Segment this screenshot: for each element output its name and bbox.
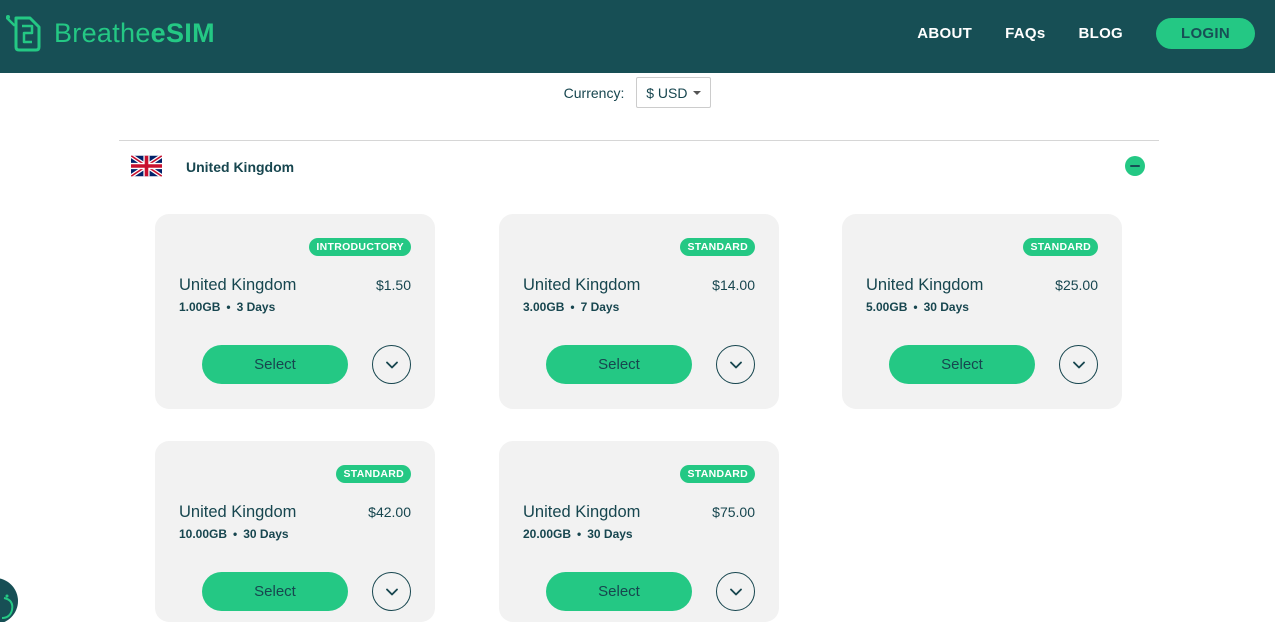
plan-meta: 10.00GB • 30 Days [179, 527, 289, 541]
plan-price: $75.00 [712, 504, 755, 520]
plan-card: INTRODUCTORY United Kingdom $1.50 1.00GB… [155, 214, 435, 409]
chevron-down-icon[interactable] [716, 345, 755, 384]
plan-days: 30 Days [923, 300, 969, 314]
nav-blog[interactable]: BLOG [1078, 19, 1123, 49]
chevron-down-icon[interactable] [716, 572, 755, 611]
plan-name: United Kingdom [523, 276, 641, 294]
plan-name: United Kingdom [179, 503, 297, 521]
select-button[interactable]: Select [202, 572, 348, 611]
login-button[interactable]: LOGIN [1156, 18, 1255, 49]
plan-meta: 1.00GB • 3 Days [179, 300, 276, 314]
plan-days: 30 Days [243, 527, 289, 541]
plan-price: $1.50 [375, 277, 411, 293]
collapse-icon[interactable] [1125, 156, 1145, 176]
plan-badge: INTRODUCTORY [309, 238, 411, 256]
plan-badge: STANDARD [336, 465, 411, 483]
plan-days: 3 Days [236, 300, 276, 314]
plan-name: United Kingdom [866, 276, 984, 294]
plan-card: STANDARD United Kingdom $75.00 20.00GB • 3… [499, 441, 779, 622]
plan-data: 10.00GB [179, 527, 228, 541]
nav-about[interactable]: ABOUT [917, 19, 972, 49]
select-button[interactable]: Select [202, 345, 348, 384]
select-button[interactable]: Select [546, 345, 692, 384]
chevron-down-icon[interactable] [372, 345, 411, 384]
uk-flag-icon [131, 155, 162, 177]
currency-selected-value: $ USD [646, 84, 688, 101]
country-accordion-header[interactable]: United Kingdom [119, 141, 1159, 193]
currency-bar: Currency: $ USD [0, 77, 1275, 108]
chat-icon [1, 594, 14, 619]
sim-logo-icon [6, 15, 41, 52]
plan-days: 30 Days [587, 527, 633, 541]
plan-data: 20.00GB [523, 527, 572, 541]
plan-name: United Kingdom [179, 276, 297, 294]
plan-card: STANDARD United Kingdom $14.00 3.00GB • 7 … [499, 214, 779, 409]
plan-meta: 3.00GB • 7 Days [523, 300, 620, 314]
plan-days: 7 Days [580, 300, 620, 314]
plan-data: 5.00GB [866, 300, 908, 314]
plan-price: $14.00 [712, 277, 755, 293]
currency-select[interactable]: $ USD [636, 77, 712, 108]
logo-text: BreatheeSIM [54, 17, 215, 48]
plan-name: United Kingdom [523, 503, 641, 521]
chat-launcher-button[interactable] [0, 578, 18, 622]
plan-price: $42.00 [368, 504, 411, 520]
currency-label: Currency: [563, 84, 625, 101]
country-name: United Kingdom [186, 159, 295, 175]
chevron-down-icon[interactable] [372, 572, 411, 611]
logo[interactable]: BreatheeSIM [6, 14, 215, 52]
plan-badge: STANDARD [680, 238, 755, 256]
select-button[interactable]: Select [546, 572, 692, 611]
plan-price: $25.00 [1055, 277, 1098, 293]
caret-down-icon [693, 90, 702, 95]
plan-badge: STANDARD [680, 465, 755, 483]
plan-badge: STANDARD [1023, 238, 1098, 256]
nav-faqs[interactable]: FAQs [1005, 19, 1045, 49]
main-nav: ABOUT FAQs BLOG LOGIN [917, 18, 1255, 49]
plan-data: 1.00GB [179, 300, 221, 314]
plan-card: STANDARD United Kingdom $42.00 10.00GB • 3… [155, 441, 435, 622]
plan-meta: 5.00GB • 30 Days [866, 300, 969, 314]
plan-card: STANDARD United Kingdom $25.00 5.00GB • 30… [842, 214, 1122, 409]
chevron-down-icon[interactable] [1059, 345, 1098, 384]
select-button[interactable]: Select [889, 345, 1035, 384]
plan-meta: 20.00GB • 30 Days [523, 527, 633, 541]
site-header: BreatheeSIM ABOUT FAQs BLOG LOGIN [0, 0, 1275, 73]
plan-data: 3.00GB [523, 300, 565, 314]
